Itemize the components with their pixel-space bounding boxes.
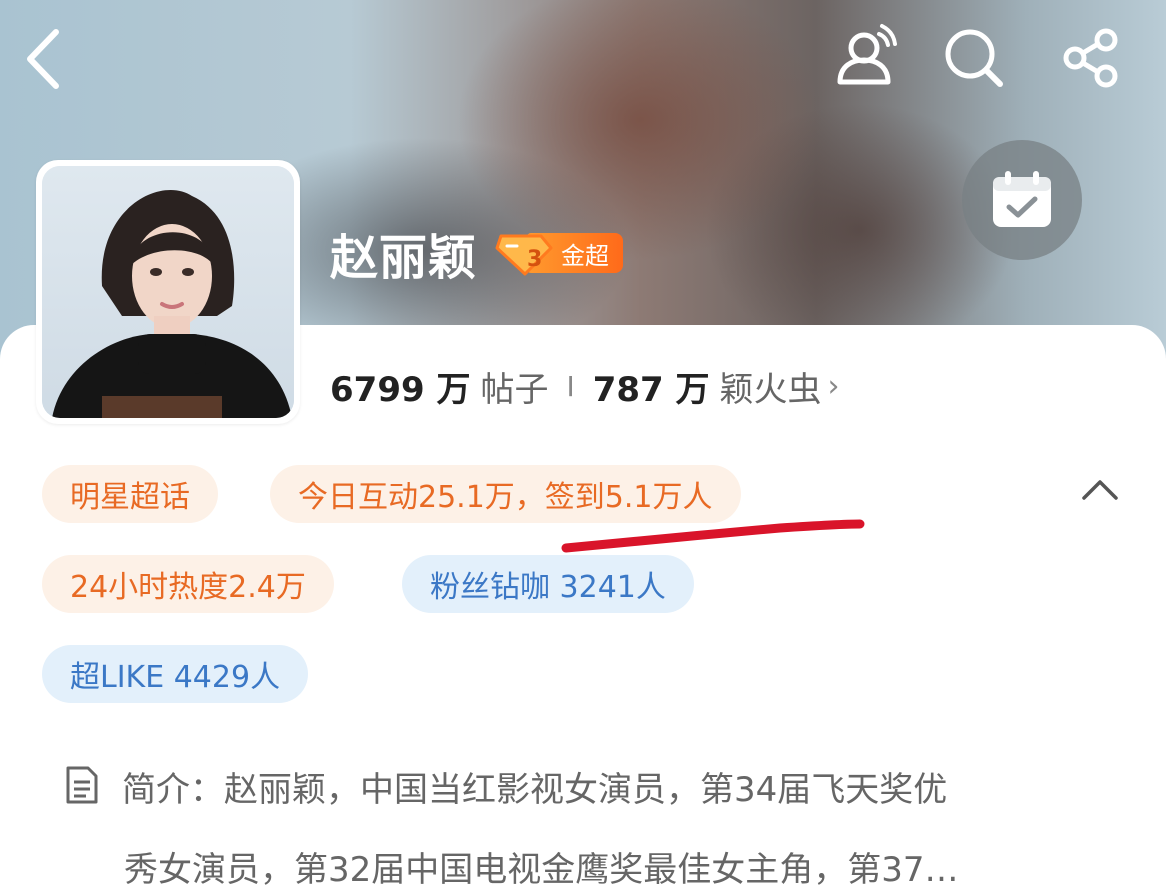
avatar[interactable] [36, 160, 300, 424]
intro-section[interactable]: 简介：赵丽颖，中国当红影视女演员，第34届飞天奖优 秀女演员，第32届中国电视金… [64, 752, 1114, 892]
search-icon[interactable] [942, 26, 1006, 90]
chevron-up-icon[interactable] [1080, 476, 1120, 506]
tag-today-interaction[interactable]: 今日互动25.1万，签到5.1万人 [270, 465, 741, 523]
fans-count: 787 万 [592, 370, 710, 410]
intro-line-1: 简介：赵丽颖，中国当红影视女演员，第34届飞天奖优 [64, 752, 1114, 832]
share-icon[interactable] [1062, 28, 1122, 88]
tag-category[interactable]: 明星超话 [42, 465, 218, 523]
intro-text-2: 秀女演员，第32届中国电视金鹰奖最佳女主角，第37… [124, 850, 959, 890]
posts-label[interactable]: 帖子 [480, 362, 548, 411]
tag-fans-vip[interactable]: 粉丝钻咖 3241人 [402, 555, 694, 613]
customer-service-icon[interactable] [832, 20, 902, 90]
chevron-right-icon[interactable]: › [828, 369, 840, 404]
calendar-check-icon [993, 171, 1051, 227]
stats-separator: I [566, 370, 575, 403]
profile-name: 赵丽颖 [330, 230, 478, 286]
tag-heat[interactable]: 24小时热度2.4万 [42, 555, 334, 613]
name-row: 赵丽颖 3 金超 [330, 218, 624, 288]
checkin-button[interactable] [962, 140, 1082, 260]
document-icon [64, 756, 100, 832]
tag-super-like[interactable]: 超LIKE 4429人 [42, 645, 309, 703]
svg-text:3: 3 [527, 247, 542, 272]
avatar-image [42, 166, 294, 418]
fans-label[interactable]: 颖火虫 [720, 362, 822, 411]
intro-text-1: 简介：赵丽颖，中国当红影视女演员，第34届飞天奖优 [122, 770, 948, 810]
level-badge[interactable]: 3 金超 [495, 232, 624, 276]
diamond-level-icon: 3 [495, 234, 553, 276]
posts-count: 6799 万 [330, 370, 471, 410]
stats-row: 6799 万 帖子 I 787 万 颖火虫 › [330, 362, 840, 411]
back-icon[interactable] [22, 28, 62, 90]
